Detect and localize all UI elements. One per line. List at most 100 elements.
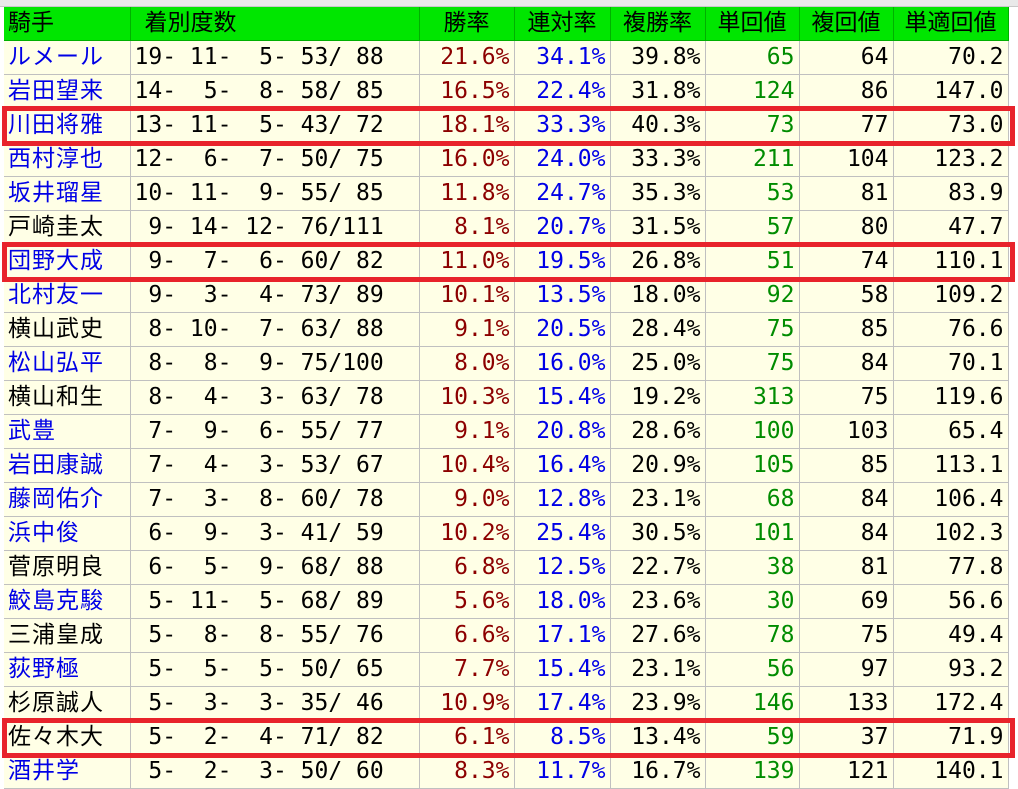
table-row[interactable]: 浜中俊 6- 9- 3- 41/ 59 10.2% 25.4% 30.5% 101 84 1… bbox=[4, 516, 1009, 551]
fukusho-rate-cell: 26.8% bbox=[610, 244, 706, 279]
fukusho-rate-cell: 33.3% bbox=[610, 142, 706, 177]
jockey-name-cell[interactable]: 鮫島克駿 bbox=[4, 584, 131, 619]
jockey-name-cell[interactable]: 浜中俊 bbox=[4, 516, 131, 551]
tan-teki-kaishu-cell: 73.0 bbox=[893, 108, 1009, 143]
fuku-kaishu-cell: 37 bbox=[799, 720, 894, 755]
col-header-tan-kaishu[interactable]: 単回値 bbox=[705, 7, 800, 41]
col-header-tan-teki-kaishu[interactable]: 単適回値 bbox=[893, 7, 1009, 41]
tan-teki-kaishu-cell: 102.3 bbox=[893, 516, 1009, 551]
jockey-name-cell[interactable]: 松山弘平 bbox=[4, 346, 131, 381]
fukusho-rate-cell: 25.0% bbox=[610, 346, 706, 381]
rentai-rate-cell: 15.4% bbox=[514, 380, 611, 415]
jockey-name-cell[interactable]: 川田将雅 bbox=[4, 108, 131, 143]
win-rate-cell: 7.7% bbox=[419, 652, 515, 687]
fukusho-rate-cell: 22.7% bbox=[610, 550, 706, 585]
table-row[interactable]: 松山弘平 8- 8- 9- 75/100 8.0% 16.0% 25.0% 75 84 70… bbox=[4, 346, 1009, 381]
col-header-fukusho-rate[interactable]: 複勝率 bbox=[610, 7, 706, 41]
tan-teki-kaishu-cell: 140.1 bbox=[893, 754, 1009, 789]
jockey-name-cell[interactable]: 岩田康誠 bbox=[4, 448, 131, 483]
tan-kaishu-cell: 59 bbox=[705, 720, 800, 755]
table-row[interactable]: 酒井学 5- 2- 3- 50/ 60 8.3% 11.7% 16.7% 139 121 1… bbox=[4, 754, 1009, 789]
tan-kaishu-cell: 68 bbox=[705, 482, 800, 517]
record-cell: 9- 3- 4- 73/ 89 bbox=[130, 278, 420, 313]
tan-teki-kaishu-cell: 119.6 bbox=[893, 380, 1009, 415]
table-row[interactable]: 三浦皇成 5- 8- 8- 55/ 76 6.6% 17.1% 27.6% 78 75 49… bbox=[4, 618, 1009, 653]
jockey-name-cell[interactable]: 団野大成 bbox=[4, 244, 131, 279]
fuku-kaishu-cell: 81 bbox=[799, 550, 894, 585]
fuku-kaishu-cell: 81 bbox=[799, 176, 894, 211]
table-row[interactable]: ルメール 19- 11- 5- 53/ 88 21.6% 34.1% 39.8% 65 64… bbox=[4, 40, 1009, 75]
col-header-jockey[interactable]: 騎手 bbox=[4, 7, 131, 41]
rentai-rate-cell: 22.4% bbox=[514, 74, 611, 109]
fukusho-rate-cell: 18.0% bbox=[610, 278, 706, 313]
fuku-kaishu-cell: 121 bbox=[799, 754, 894, 789]
tan-kaishu-cell: 146 bbox=[705, 686, 800, 721]
jockey-name-cell[interactable]: ルメール bbox=[4, 40, 131, 75]
fuku-kaishu-cell: 133 bbox=[799, 686, 894, 721]
fukusho-rate-cell: 23.9% bbox=[610, 686, 706, 721]
win-rate-cell: 6.8% bbox=[419, 550, 515, 585]
col-header-rentai-rate[interactable]: 連対率 bbox=[514, 7, 611, 41]
win-rate-cell: 10.2% bbox=[419, 516, 515, 551]
jockey-name-cell[interactable]: 西村淳也 bbox=[4, 142, 131, 177]
fukusho-rate-cell: 20.9% bbox=[610, 448, 706, 483]
table-row[interactable]: 鮫島克駿 5- 11- 5- 68/ 89 5.6% 18.0% 23.6% 30 69 5… bbox=[4, 584, 1009, 619]
jockey-name-cell[interactable]: 荻野極 bbox=[4, 652, 131, 687]
tan-teki-kaishu-cell: 56.6 bbox=[893, 584, 1009, 619]
table-row[interactable]: 団野大成 9- 7- 6- 60/ 82 11.0% 19.5% 26.8% 51 74 1… bbox=[4, 244, 1009, 279]
table-row[interactable]: 佐々木大 5- 2- 4- 71/ 82 6.1% 8.5% 13.4% 59 37 71.… bbox=[4, 720, 1009, 755]
jockey-name-cell[interactable]: 酒井学 bbox=[4, 754, 131, 789]
fukusho-rate-cell: 27.6% bbox=[610, 618, 706, 653]
tan-kaishu-cell: 53 bbox=[705, 176, 800, 211]
table-row[interactable]: 横山和生 8- 4- 3- 63/ 78 10.3% 15.4% 19.2% 313 75… bbox=[4, 380, 1009, 415]
table-row[interactable]: 戸崎圭太 9- 14- 12- 76/111 8.1% 20.7% 31.5% 57 80… bbox=[4, 210, 1009, 245]
rentai-rate-cell: 20.7% bbox=[514, 210, 611, 245]
record-cell: 8- 8- 9- 75/100 bbox=[130, 346, 420, 381]
record-cell: 5- 5- 5- 50/ 65 bbox=[130, 652, 420, 687]
tan-teki-kaishu-cell: 109.2 bbox=[893, 278, 1009, 313]
fukusho-rate-cell: 35.3% bbox=[610, 176, 706, 211]
record-cell: 10- 11- 9- 55/ 85 bbox=[130, 176, 420, 211]
record-cell: 8- 4- 3- 63/ 78 bbox=[130, 380, 420, 415]
fuku-kaishu-cell: 84 bbox=[799, 482, 894, 517]
table-row[interactable]: 北村友一 9- 3- 4- 73/ 89 10.1% 13.5% 18.0% 92 58 1… bbox=[4, 278, 1009, 313]
table-row[interactable]: 武豊 7- 9- 6- 55/ 77 9.1% 20.8% 28.6% 100 103 65… bbox=[4, 414, 1009, 449]
jockey-name-cell[interactable]: 藤岡佑介 bbox=[4, 482, 131, 517]
table-row[interactable]: 岩田望来 14- 5- 8- 58/ 85 16.5% 22.4% 31.8% 124 86… bbox=[4, 74, 1009, 109]
table-row[interactable]: 横山武史 8- 10- 7- 63/ 88 9.1% 20.5% 28.4% 75 85 7… bbox=[4, 312, 1009, 347]
col-header-record[interactable]: 着別度数 bbox=[130, 7, 420, 41]
win-rate-cell: 10.3% bbox=[419, 380, 515, 415]
table-row[interactable]: 荻野極 5- 5- 5- 50/ 65 7.7% 15.4% 23.1% 56 97 93.… bbox=[4, 652, 1009, 687]
tan-teki-kaishu-cell: 93.2 bbox=[893, 652, 1009, 687]
fukusho-rate-cell: 23.6% bbox=[610, 584, 706, 619]
jockey-name-cell[interactable]: 武豊 bbox=[4, 414, 131, 449]
jockey-name-cell[interactable]: 岩田望来 bbox=[4, 74, 131, 109]
record-cell: 5- 8- 8- 55/ 76 bbox=[130, 618, 420, 653]
jockey-name-cell[interactable]: 坂井瑠星 bbox=[4, 176, 131, 211]
table-row[interactable]: 西村淳也 12- 6- 7- 50/ 75 16.0% 24.0% 33.3% 211 10… bbox=[4, 142, 1009, 177]
rentai-rate-cell: 18.0% bbox=[514, 584, 611, 619]
col-header-fuku-kaishu[interactable]: 複回値 bbox=[799, 7, 894, 41]
tan-teki-kaishu-cell: 65.4 bbox=[893, 414, 1009, 449]
fukusho-rate-cell: 23.1% bbox=[610, 652, 706, 687]
win-rate-cell: 16.0% bbox=[419, 142, 515, 177]
fuku-kaishu-cell: 74 bbox=[799, 244, 894, 279]
tan-kaishu-cell: 38 bbox=[705, 550, 800, 585]
table-row[interactable]: 菅原明良 6- 5- 9- 68/ 88 6.8% 12.5% 22.7% 38 81 77… bbox=[4, 550, 1009, 585]
tan-kaishu-cell: 100 bbox=[705, 414, 800, 449]
tan-teki-kaishu-cell: 70.1 bbox=[893, 346, 1009, 381]
table-row[interactable]: 岩田康誠 7- 4- 3- 53/ 67 10.4% 16.4% 20.9% 105 85… bbox=[4, 448, 1009, 483]
col-header-win-rate[interactable]: 勝率 bbox=[419, 7, 515, 41]
jockey-name-cell[interactable]: 北村友一 bbox=[4, 278, 131, 313]
record-cell: 5- 2- 4- 71/ 82 bbox=[130, 720, 420, 755]
fukusho-rate-cell: 30.5% bbox=[610, 516, 706, 551]
fuku-kaishu-cell: 58 bbox=[799, 278, 894, 313]
tan-kaishu-cell: 51 bbox=[705, 244, 800, 279]
fukusho-rate-cell: 16.7% bbox=[610, 754, 706, 789]
table-row[interactable]: 川田将雅 13- 11- 5- 43/ 72 18.1% 33.3% 40.3% 73 77… bbox=[4, 108, 1009, 143]
win-rate-cell: 8.0% bbox=[419, 346, 515, 381]
table-row[interactable]: 杉原誠人 5- 3- 3- 35/ 46 10.9% 17.4% 23.9% 146 13… bbox=[4, 686, 1009, 721]
table-row[interactable]: 藤岡佑介 7- 3- 8- 60/ 78 9.0% 12.8% 23.1% 68 84 10… bbox=[4, 482, 1009, 517]
table-row[interactable]: 坂井瑠星 10- 11- 9- 55/ 85 11.8% 24.7% 35.3% 53 81… bbox=[4, 176, 1009, 211]
rentai-rate-cell: 12.5% bbox=[514, 550, 611, 585]
